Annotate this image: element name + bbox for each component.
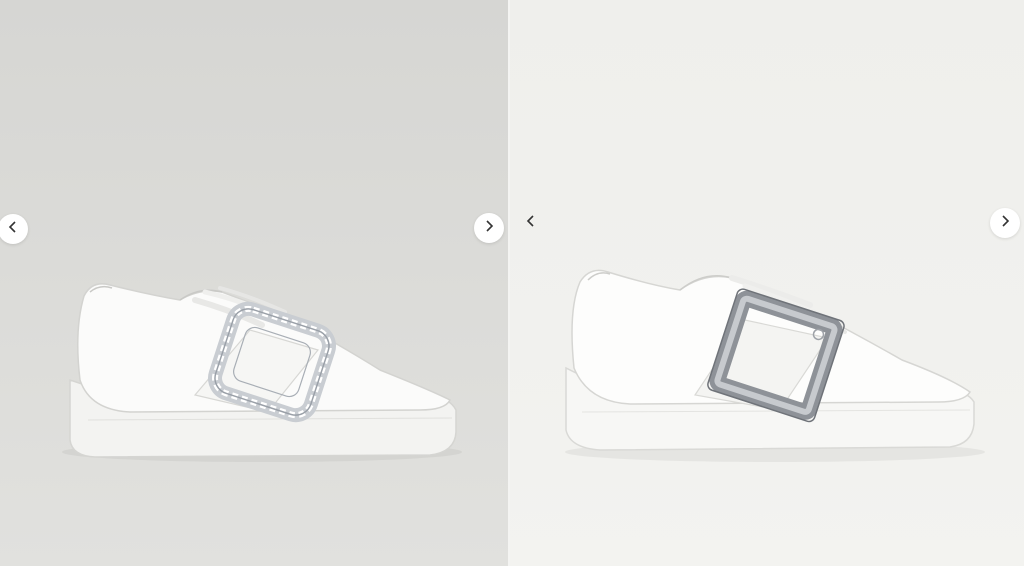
sneaker-crystal-buckle-image	[62, 283, 462, 462]
product-gallery	[0, 0, 1024, 566]
chevron-left-icon	[525, 214, 537, 232]
right-panel-next-button[interactable]	[990, 208, 1020, 238]
chevron-right-icon	[999, 214, 1011, 232]
sneaker-silver-buckle-image	[565, 269, 985, 462]
chevron-left-icon	[7, 220, 19, 238]
right-panel-prev-button[interactable]	[516, 208, 546, 238]
chevron-right-icon	[483, 219, 495, 237]
right-gallery-panel	[510, 0, 1024, 566]
left-gallery-panel	[0, 0, 508, 566]
left-panel-next-button[interactable]	[474, 213, 504, 243]
